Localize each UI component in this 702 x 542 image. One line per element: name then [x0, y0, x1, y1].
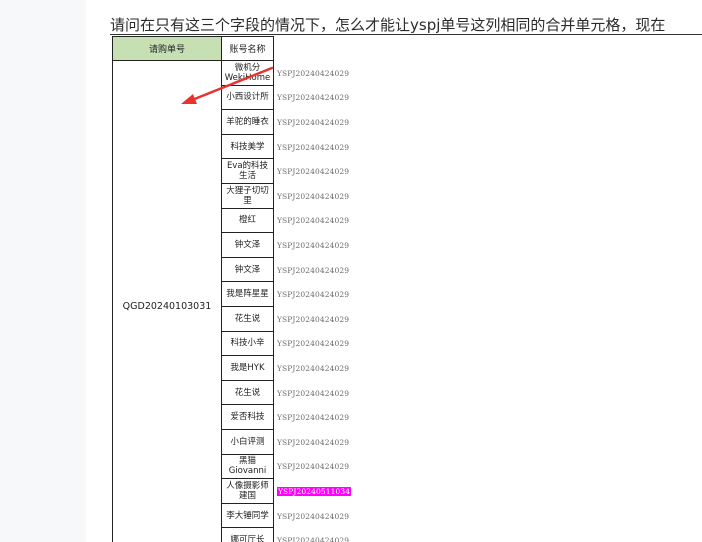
table-row: 花生说 YSPJ20240424029 [222, 380, 702, 406]
yspj-code-highlighted: YSPJ20240511034 [277, 479, 352, 504]
header-account-name: 账号名称 [222, 36, 274, 61]
account-name-cell: 微机分WekiHome [222, 61, 274, 86]
table-row: 钟文泽 YSPJ20240424029 [222, 233, 702, 258]
yspj-code-cell: YSPJ20240424029 [277, 504, 349, 529]
table-row: 羊驼的睡衣 YSPJ20240424029 [222, 110, 702, 135]
yspj-code-cell: YSPJ20240424029 [277, 356, 349, 381]
yspj-code-cell: YSPJ20240424029 [277, 282, 349, 307]
table-row: 我是阵星星 YSPJ20240424029 [222, 282, 702, 307]
yspj-code-text: YSPJ20240424029 [277, 191, 350, 201]
yspj-code-text: YSPJ20240424029 [277, 462, 350, 472]
account-name-cell: 花生说 [222, 380, 274, 406]
yspj-code-text: YSPJ20240424029 [277, 93, 350, 103]
yspj-code-text: YSPJ20240424029 [277, 437, 350, 447]
yspj-code-text: YSPJ20240424029 [277, 265, 350, 275]
yspj-code-cell: YSPJ20240424029 [277, 455, 349, 480]
yspj-code-text: YSPJ20240424029 [277, 388, 350, 398]
yspj-code-text: YSPJ20240424029 [277, 142, 350, 152]
yspj-code-text: YSPJ20240424029 [277, 339, 350, 349]
yspj-code-cell: YSPJ20240424029 [277, 332, 349, 357]
account-name-cell: 钟文泽 [222, 233, 274, 258]
yspj-code-text: YSPJ20240424029 [277, 290, 350, 300]
account-name-cell: 羊驼的睡衣 [222, 110, 274, 135]
account-name-cell: Eva的科技生活 [222, 159, 274, 184]
yspj-code-text: YSPJ20240424029 [277, 216, 350, 226]
yspj-code-text: YSPJ20240424029 [277, 68, 350, 78]
yspj-code-cell: YSPJ20240424029 [277, 528, 349, 542]
yspj-code-text: YSPJ20240424029 [277, 117, 350, 127]
header-order-number: 请购单号 [112, 36, 222, 61]
question-underline [110, 34, 702, 35]
yspj-code-cell: YSPJ20240424029 [277, 110, 349, 135]
table-row: 李大锤同学 YSPJ20240424029 [222, 503, 702, 529]
yspj-code-text: YSPJ20240424029 [277, 536, 350, 542]
yspj-code-text: YSPJ20240424029 [277, 413, 350, 423]
table-row: 娜可厅长 YSPJ20240424029 [222, 528, 702, 542]
table-row: 小白评测 YSPJ20240424029 [222, 430, 702, 455]
yspj-code-text: YSPJ20240424029 [277, 240, 350, 250]
table-row: 橙红 YSPJ20240424029 [222, 208, 702, 234]
account-name-cell: 橙红 [222, 208, 274, 234]
table-row: Eva的科技生活 YSPJ20240424029 [222, 159, 702, 184]
yspj-code-cell: YSPJ20240424029 [277, 430, 349, 455]
yspj-code-cell: YSPJ20240424029 [277, 209, 349, 234]
account-name-cell: 钟文泽 [222, 257, 274, 283]
account-name-cell: 黑猫Giovanni [222, 454, 274, 480]
spreadsheet-screenshot: 请购单号 账号名称 QGD20240103031 微机分WekiHome YSPJ… [112, 36, 702, 542]
yspj-code-cell: YSPJ20240424029 [277, 307, 349, 332]
table-row: 爱否科技 YSPJ20240424029 [222, 405, 702, 430]
account-name-cell: 爱否科技 [222, 405, 274, 430]
table-row: 黑猫Giovanni YSPJ20240424029 [222, 454, 702, 480]
merged-order-cell: QGD20240103031 [112, 61, 222, 542]
yspj-code-cell: YSPJ20240424029 [277, 381, 349, 406]
yspj-code-text: YSPJ20240424029 [277, 167, 350, 177]
account-name-cell: 科技美学 [222, 134, 274, 160]
account-name-cell: 花生说 [222, 307, 274, 332]
table-row: 我是HYK YSPJ20240424029 [222, 356, 702, 381]
yspj-code-cell: YSPJ20240424029 [277, 258, 349, 283]
yspj-code-cell: YSPJ20240424029 [277, 184, 349, 209]
account-name-cell: 我是阵星星 [222, 282, 274, 307]
yspj-code-text: YSPJ20240424029 [277, 314, 350, 324]
account-name-cell: 李大锤同学 [222, 503, 274, 529]
yspj-code-text: YSPJ20240424029 [277, 363, 350, 373]
table-row: 大狸子切切里 YSPJ20240424029 [222, 184, 702, 209]
yspj-code-cell: YSPJ20240424029 [277, 61, 349, 86]
yspj-code-cell: YSPJ20240424029 [277, 233, 349, 258]
account-name-cell: 人像摄影师建国 [222, 479, 274, 504]
table-row: 微机分WekiHome YSPJ20240424029 [222, 61, 702, 86]
yspj-code-cell: YSPJ20240424029 [277, 159, 349, 184]
yspj-code-text: YSPJ20240511034 [277, 486, 352, 496]
yspj-code-text: YSPJ20240424029 [277, 511, 350, 521]
account-name-cell: 科技小辛 [222, 331, 274, 357]
table-row: 科技美学 YSPJ20240424029 [222, 134, 702, 160]
yspj-code-cell: YSPJ20240424029 [277, 86, 349, 111]
question-text: 请问在只有这三个字段的情况下，怎么才能让yspj单号这列相同的合并单元格，现在 [110, 16, 666, 34]
left-gutter [0, 0, 86, 542]
yspj-code-cell: YSPJ20240424029 [277, 135, 349, 160]
account-name-cell: 小西设计所 [222, 85, 274, 111]
table-row: 花生说 YSPJ20240424029 [222, 307, 702, 332]
yspj-code-cell: YSPJ20240424029 [277, 405, 349, 430]
table-row: 人像摄影师建国 YSPJ20240511034 [222, 479, 702, 504]
table-row: 科技小辛 YSPJ20240424029 [222, 331, 702, 357]
table-row: 钟文泽 YSPJ20240424029 [222, 257, 702, 283]
account-name-cell: 小白评测 [222, 430, 274, 455]
account-name-cell: 我是HYK [222, 356, 274, 381]
table-row: 小西设计所 YSPJ20240424029 [222, 85, 702, 111]
account-name-cell: 大狸子切切里 [222, 184, 274, 209]
account-name-cell: 娜可厅长 [222, 528, 274, 542]
